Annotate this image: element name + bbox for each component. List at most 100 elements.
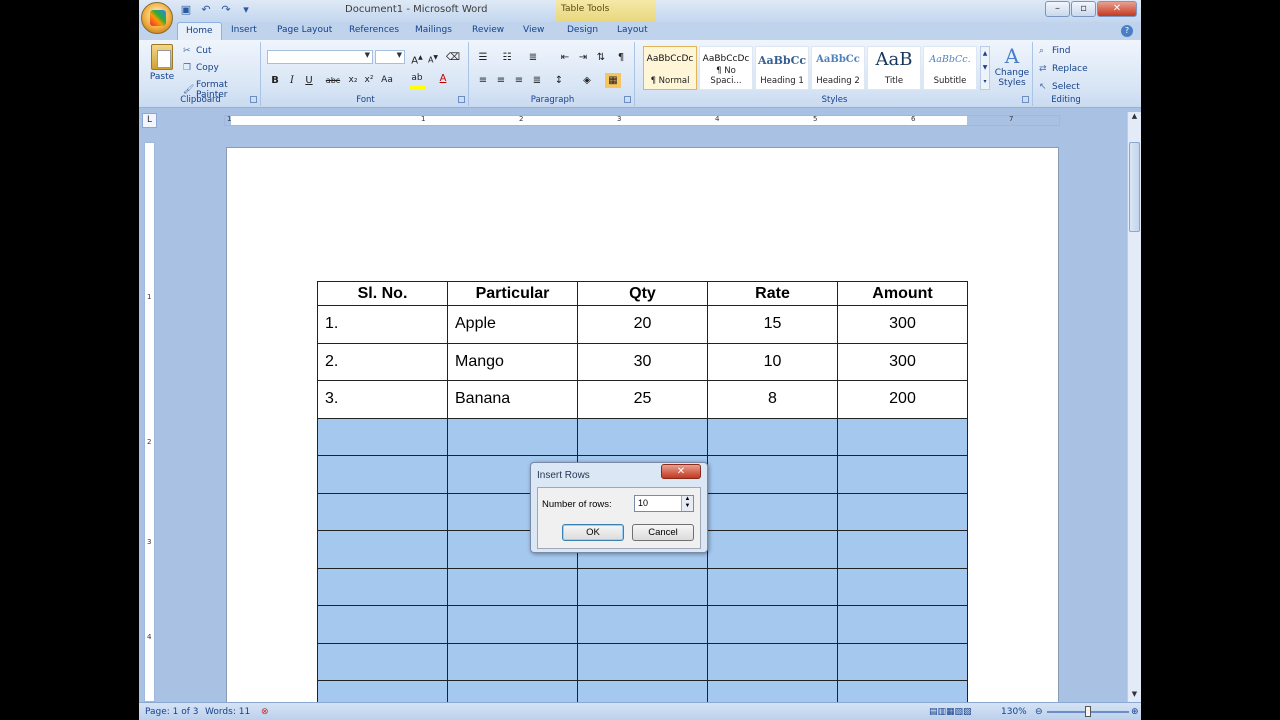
tab-review[interactable]: Review bbox=[472, 25, 504, 35]
spinner-icon[interactable]: ▲ ▼ bbox=[681, 496, 693, 511]
table-cell[interactable] bbox=[577, 567, 708, 606]
font-size-combo[interactable]: ▼ bbox=[375, 50, 405, 64]
document-page[interactable]: Sl. No. Particular Qty Rate Amount 1. Ap… bbox=[226, 147, 1059, 720]
table-cell[interactable] bbox=[837, 417, 968, 456]
table-cell[interactable]: Banana bbox=[447, 380, 578, 419]
vertical-ruler[interactable]: 1 2 3 4 bbox=[144, 142, 155, 702]
increase-indent-icon[interactable]: ⇥ bbox=[575, 50, 591, 65]
table-cell[interactable] bbox=[577, 642, 708, 681]
strikethrough-icon[interactable]: abc bbox=[325, 73, 341, 88]
table-cell[interactable] bbox=[837, 605, 968, 644]
table-cell[interactable]: 300 bbox=[837, 342, 968, 381]
underline-icon[interactable]: U bbox=[301, 73, 317, 88]
borders-icon[interactable]: ▦ bbox=[605, 73, 621, 88]
help-icon[interactable]: ? bbox=[1121, 25, 1133, 37]
zoom-level[interactable]: 130% bbox=[1001, 707, 1027, 717]
style-heading-2[interactable]: AaBbCc Heading 2 bbox=[811, 46, 865, 90]
proofing-icon[interactable]: ⊗ bbox=[261, 707, 269, 717]
table-cell[interactable] bbox=[447, 417, 578, 456]
style-heading-1[interactable]: AaBbCc Heading 1 bbox=[755, 46, 809, 90]
tab-references[interactable]: References bbox=[349, 25, 399, 35]
font-color-icon[interactable]: A bbox=[435, 71, 451, 86]
scroll-thumb[interactable] bbox=[1129, 142, 1140, 232]
subscript-icon[interactable]: x₂ bbox=[345, 73, 361, 88]
justify-icon[interactable]: ≣ bbox=[529, 73, 545, 88]
zoom-in-icon[interactable]: ⊕ bbox=[1131, 707, 1139, 717]
tab-view[interactable]: View bbox=[523, 25, 544, 35]
table-cell[interactable] bbox=[317, 605, 448, 644]
table-cell[interactable] bbox=[707, 492, 838, 531]
style-subtitle[interactable]: AaBbCc. Subtitle bbox=[923, 46, 977, 90]
change-case-icon[interactable]: Aa bbox=[379, 73, 395, 88]
redo-icon[interactable]: ↷ bbox=[219, 3, 233, 17]
table-cell[interactable] bbox=[837, 642, 968, 681]
table-cell[interactable]: 3. bbox=[317, 380, 448, 419]
styles-launcher-icon[interactable] bbox=[1022, 96, 1029, 103]
line-spacing-icon[interactable]: ↕ bbox=[551, 73, 567, 88]
zoom-slider-thumb[interactable] bbox=[1085, 706, 1091, 717]
bold-icon[interactable]: B bbox=[267, 73, 283, 88]
table-cell[interactable] bbox=[317, 567, 448, 606]
multilevel-list-icon[interactable]: ≣ bbox=[525, 50, 541, 65]
sort-icon[interactable]: ⇅ bbox=[593, 50, 609, 65]
ok-button[interactable]: OK bbox=[562, 524, 624, 541]
tab-home[interactable]: Home bbox=[177, 22, 222, 40]
tab-mailings[interactable]: Mailings bbox=[415, 25, 452, 35]
replace-button[interactable]: ⇄ Replace bbox=[1039, 64, 1088, 74]
table-cell[interactable] bbox=[317, 492, 448, 531]
scroll-down-icon[interactable]: ▼ bbox=[1128, 690, 1141, 702]
header-amount[interactable]: Amount bbox=[837, 281, 968, 306]
table-cell[interactable] bbox=[447, 567, 578, 606]
decrease-indent-icon[interactable]: ⇤ bbox=[557, 50, 573, 65]
style-title[interactable]: AaB Title bbox=[867, 46, 921, 90]
header-rate[interactable]: Rate bbox=[707, 281, 838, 306]
table-cell[interactable] bbox=[707, 567, 838, 606]
table-cell[interactable] bbox=[447, 642, 578, 681]
table-cell[interactable] bbox=[707, 417, 838, 456]
select-button[interactable]: ↖ Select bbox=[1039, 82, 1080, 92]
close-button[interactable]: ✕ bbox=[1097, 1, 1137, 17]
number-of-rows-input[interactable]: 10 ▲ ▼ bbox=[634, 495, 694, 512]
tab-selector[interactable]: L bbox=[142, 113, 157, 128]
tab-layout[interactable]: Layout bbox=[617, 25, 648, 35]
font-name-combo[interactable]: ▼ bbox=[267, 50, 373, 64]
cancel-button[interactable]: Cancel bbox=[632, 524, 694, 541]
table-cell[interactable] bbox=[447, 605, 578, 644]
table-cell[interactable]: 300 bbox=[837, 305, 968, 344]
clipboard-launcher-icon[interactable] bbox=[250, 96, 257, 103]
style-no-spacing[interactable]: AaBbCcDc ¶ No Spaci... bbox=[699, 46, 753, 90]
table-cell[interactable] bbox=[317, 417, 448, 456]
show-formatting-icon[interactable]: ¶ bbox=[613, 50, 629, 65]
table-cell[interactable] bbox=[837, 530, 968, 569]
table-cell[interactable]: 15 bbox=[707, 305, 838, 344]
customize-qat-icon[interactable]: ▾ bbox=[239, 3, 253, 17]
zoom-out-icon[interactable]: ⊖ bbox=[1035, 707, 1043, 717]
header-sl-no[interactable]: Sl. No. bbox=[317, 281, 448, 306]
page-count[interactable]: Page: 1 of 3 bbox=[145, 707, 199, 717]
clear-formatting-icon[interactable]: ⌫ bbox=[445, 50, 461, 65]
table-cell[interactable] bbox=[837, 455, 968, 494]
table-cell[interactable]: 8 bbox=[707, 380, 838, 419]
office-button[interactable] bbox=[141, 2, 173, 34]
change-styles-button[interactable]: A Change Styles bbox=[993, 44, 1031, 88]
font-launcher-icon[interactable] bbox=[458, 96, 465, 103]
paste-button[interactable]: Paste bbox=[147, 44, 177, 82]
dialog-close-button[interactable]: ✕ bbox=[661, 464, 701, 479]
word-count[interactable]: Words: 11 bbox=[205, 707, 250, 717]
table-cell[interactable]: Mango bbox=[447, 342, 578, 381]
table-cell[interactable] bbox=[707, 605, 838, 644]
horizontal-ruler[interactable]: 1 1 2 3 4 5 6 7 bbox=[224, 115, 1060, 126]
italic-icon[interactable]: I bbox=[284, 73, 300, 88]
maximize-button[interactable]: ▫ bbox=[1071, 1, 1096, 17]
shading-icon[interactable]: ◈ bbox=[579, 73, 595, 88]
view-buttons-icon[interactable]: ▤▥▦▧▨ bbox=[929, 707, 972, 717]
table-cell[interactable] bbox=[577, 417, 708, 456]
table-cell[interactable]: 30 bbox=[577, 342, 708, 381]
table-cell[interactable] bbox=[317, 455, 448, 494]
styles-scroll[interactable]: ▲ ▼ ▾ bbox=[980, 46, 990, 90]
tab-page-layout[interactable]: Page Layout bbox=[277, 25, 332, 35]
table-cell[interactable]: Apple bbox=[447, 305, 578, 344]
align-right-icon[interactable]: ≡ bbox=[511, 73, 527, 88]
table-cell[interactable] bbox=[317, 530, 448, 569]
undo-icon[interactable]: ↶ bbox=[199, 3, 213, 17]
